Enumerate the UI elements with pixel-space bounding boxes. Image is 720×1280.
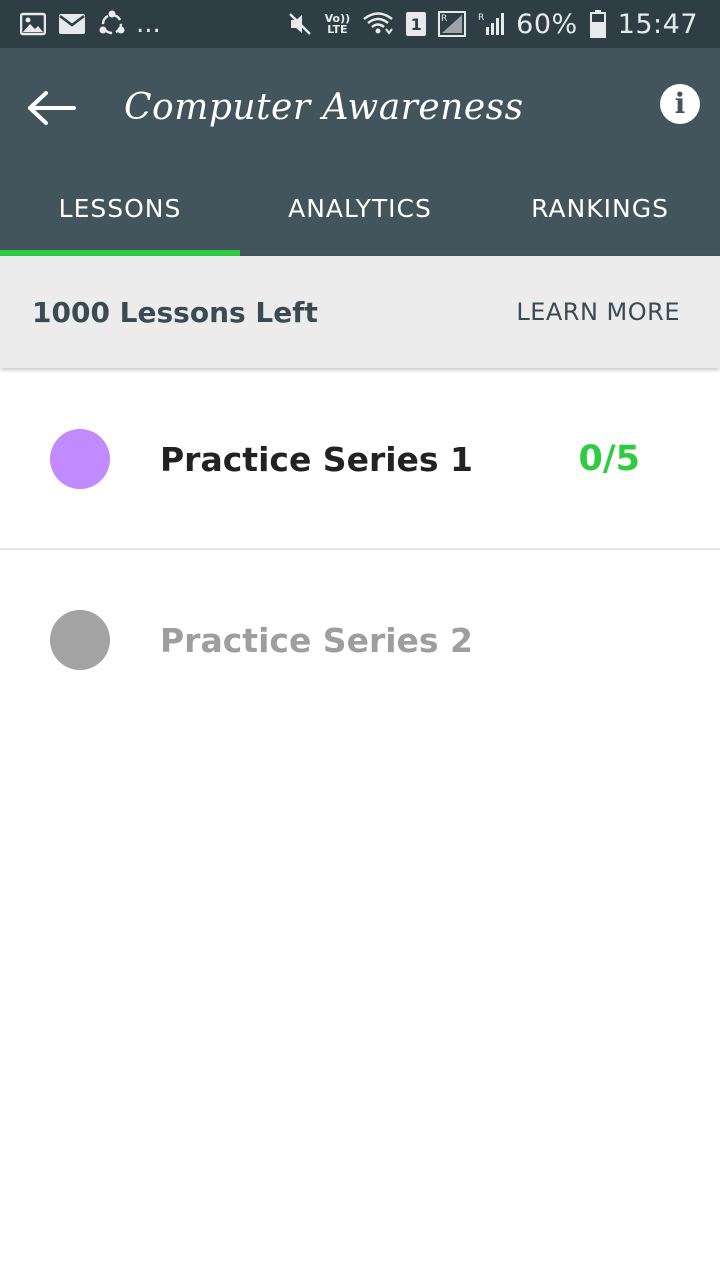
lessons-left-text: 1000 Lessons Left <box>32 295 318 329</box>
svg-text:R: R <box>478 13 484 23</box>
learn-more-button[interactable]: LEARN MORE <box>516 298 680 326</box>
wifi-icon <box>362 11 394 37</box>
volte-icon: Vo)) LTE <box>324 12 351 36</box>
svg-text:R: R <box>441 14 447 24</box>
list-item[interactable]: Practice Series 1 0/5 <box>0 370 720 550</box>
info-icon: i <box>674 87 686 120</box>
status-bar: ... Vo)) LTE 1 R R 60% 15:47 <box>0 0 720 48</box>
back-button[interactable] <box>24 80 80 136</box>
share-icon <box>98 10 126 38</box>
battery-percent: 60% <box>516 8 578 40</box>
list-item[interactable]: Practice Series 2 <box>0 550 720 730</box>
sim-badge: 1 <box>406 12 427 36</box>
lesson-name: Practice Series 1 <box>160 439 474 479</box>
status-left: ... <box>20 9 161 39</box>
tab-lessons[interactable]: LESSONS <box>0 160 240 256</box>
battery-icon <box>589 10 606 38</box>
mail-icon <box>58 13 86 35</box>
lesson-status-dot <box>50 610 110 670</box>
overflow-notifications: ... <box>136 9 161 39</box>
clock: 15:47 <box>617 8 698 40</box>
signal-icon-2: R <box>478 11 505 37</box>
app-bar: Computer Awareness i LESSONS ANALYTICS R… <box>0 48 720 256</box>
lesson-progress: 0/5 <box>578 439 641 479</box>
arrow-left-icon <box>28 91 76 125</box>
lesson-status-dot <box>50 429 110 489</box>
status-right: Vo)) LTE 1 R R 60% 15:47 <box>287 9 698 40</box>
lesson-list: Practice Series 1 0/5 Practice Series 2 <box>0 370 720 730</box>
mute-icon <box>287 11 313 37</box>
tab-analytics[interactable]: ANALYTICS <box>240 160 480 256</box>
signal-icon-1: R <box>438 11 467 37</box>
lessons-left-banner: 1000 Lessons Left LEARN MORE <box>0 256 720 368</box>
image-icon <box>20 12 46 36</box>
info-button[interactable]: i <box>660 84 700 124</box>
page-title: Computer Awareness <box>124 87 524 128</box>
tab-bar: LESSONS ANALYTICS RANKINGS <box>0 160 720 256</box>
lesson-name: Practice Series 2 <box>160 620 474 660</box>
tab-rankings[interactable]: RANKINGS <box>480 160 720 256</box>
